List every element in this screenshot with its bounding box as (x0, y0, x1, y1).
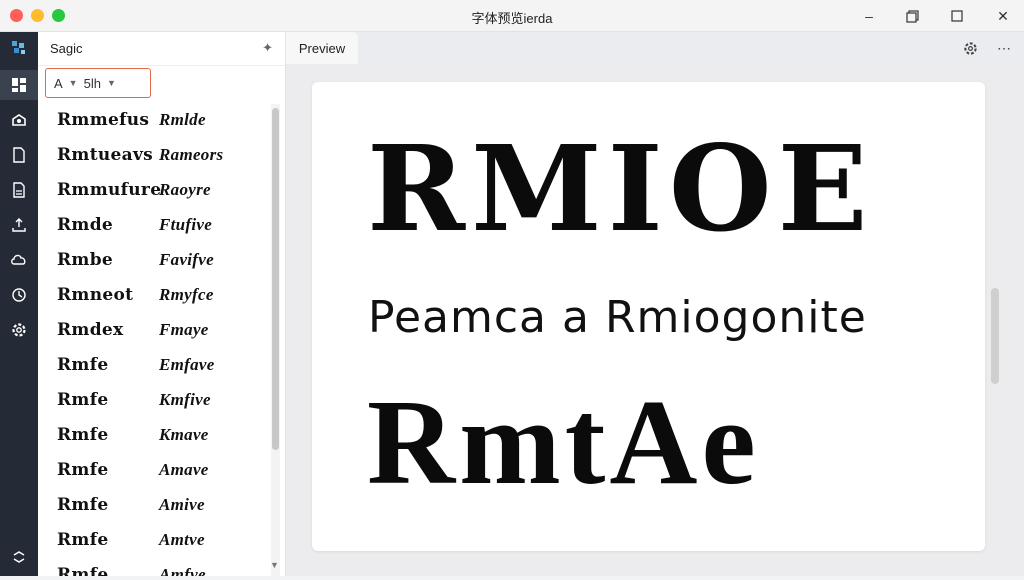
icon-rail (0, 32, 38, 576)
font-sample[interactable]: Rmfe (57, 565, 108, 576)
font-list-row[interactable]: Rmmefus Rmlde (38, 104, 274, 139)
font-sample[interactable]: Fmaye (159, 320, 209, 340)
scrollbar-thumb[interactable] (272, 108, 279, 450)
font-list-row[interactable]: Rmfe Emfave (38, 349, 274, 384)
font-sample[interactable]: Rmmefus (57, 110, 149, 130)
sync-icon[interactable] (0, 542, 38, 572)
font-list-row[interactable]: Rmfe Amfve (38, 559, 274, 576)
font-sample[interactable]: Raoyre (159, 180, 211, 200)
panel-title: Sagic (50, 41, 83, 56)
chevron-down-icon: ▼ (68, 78, 78, 88)
font-sample[interactable]: Rmfe (57, 390, 108, 410)
preview-area: RMIOE Peamca a Rmiogonite RmtAe (286, 64, 1024, 576)
font-sample[interactable]: Rmyfce (159, 285, 214, 305)
font-list-panel: Sagic ✦ A ▼ 5lh ▼ Rmmefus Rmlde Rmtueavs Ra… (38, 32, 286, 576)
preview-sample-line-1: RMIOE (367, 119, 874, 258)
font-sample[interactable]: Amfve (159, 565, 206, 576)
tab-preview[interactable]: Preview (286, 32, 358, 64)
more-options-icon[interactable]: ⋯ (993, 38, 1015, 58)
settings-icon[interactable] (0, 315, 38, 345)
scroll-down-icon[interactable]: ▼ (270, 560, 279, 570)
font-sample[interactable]: Amive (159, 495, 205, 515)
font-list-row[interactable]: Rmbe Favifve (38, 244, 274, 279)
file-icon[interactable] (0, 175, 38, 205)
font-list-row[interactable]: Rmmufure Raoyre (38, 174, 274, 209)
font-list-scrollbar[interactable] (271, 104, 280, 576)
font-filter-dropdown[interactable]: A ▼ 5lh ▼ (45, 68, 151, 98)
font-sample[interactable]: Rmlde (159, 110, 206, 130)
font-sample[interactable]: Rmneot (57, 285, 133, 305)
upload-icon[interactable] (0, 210, 38, 240)
panel-header: Sagic ✦ (38, 32, 285, 66)
font-sample[interactable]: Amtve (159, 530, 205, 550)
font-sample[interactable]: Rmmufure (57, 180, 161, 200)
font-list-row[interactable]: Rmfe Amtve (38, 524, 274, 559)
font-sample[interactable]: Rmtueavs (57, 145, 153, 165)
font-sample[interactable]: Rmbe (57, 250, 113, 270)
font-list-row[interactable]: Rmtueavs Rameors (38, 139, 274, 174)
gear-icon[interactable] (959, 38, 981, 58)
font-sample[interactable]: Rmfe (57, 460, 108, 480)
font-sample[interactable]: Rmde (57, 215, 113, 235)
filter-value: 5lh (83, 75, 101, 91)
font-sample[interactable]: Favifve (159, 250, 214, 270)
minimize-icon[interactable]: – (858, 6, 880, 26)
preview-scrollbar[interactable] (989, 180, 1001, 580)
font-list-row[interactable]: Rmdex Fmaye (38, 314, 274, 349)
pin-icon[interactable]: ✦ (262, 40, 273, 56)
font-list-row[interactable]: Rmde Ftufive (38, 209, 274, 244)
cloud-icon[interactable] (0, 245, 38, 275)
font-list-row[interactable]: Rmfe Kmave (38, 419, 274, 454)
preview-scrollbar-thumb[interactable] (991, 288, 999, 384)
font-sample[interactable]: Amave (159, 460, 209, 480)
font-list: Rmmefus Rmlde Rmtueavs Rameors Rmmufure Raoyr… (38, 104, 274, 576)
maximize-icon[interactable] (946, 6, 968, 26)
font-list-row[interactable]: Rmneot Rmyfce (38, 279, 274, 314)
filter-type-label: A (54, 75, 63, 91)
font-list-row[interactable]: Rmfe Amave (38, 454, 274, 489)
font-sample[interactable]: Rmfe (57, 355, 108, 375)
font-sample[interactable]: Rmfe (57, 495, 108, 515)
preview-canvas: RMIOE Peamca a Rmiogonite RmtAe (312, 82, 985, 551)
font-sample[interactable]: Ftufive (159, 215, 212, 235)
font-sample[interactable]: Rmfe (57, 530, 108, 550)
restore-icon[interactable] (901, 6, 923, 26)
font-sample[interactable]: Kmfive (159, 390, 211, 410)
preview-sample-line-3: RmtAe (367, 375, 760, 510)
history-icon[interactable] (0, 280, 38, 310)
font-sample[interactable]: Emfave (159, 355, 215, 375)
font-sample[interactable]: Kmave (159, 425, 209, 445)
preview-sample-line-2: Peamca a Rmiogonite (368, 292, 867, 343)
chevron-down-icon: ▼ (106, 78, 116, 88)
close-icon[interactable]: ✕ (992, 6, 1014, 26)
font-sample[interactable]: Rmdex (57, 320, 123, 340)
title-bar: 字体预览ierda – ✕ (0, 0, 1024, 32)
dashboard-icon[interactable] (0, 70, 38, 100)
document-icon[interactable] (0, 140, 38, 170)
fonts-icon[interactable] (0, 105, 38, 135)
font-sample[interactable]: Rameors (159, 145, 223, 165)
font-list-row[interactable]: Rmfe Kmfive (38, 384, 274, 419)
font-list-row[interactable]: Rmfe Amive (38, 489, 274, 524)
preview-tab-bar: Preview ⋯ (286, 32, 1024, 64)
font-sample[interactable]: Rmfe (57, 425, 108, 445)
app-logo-icon (0, 32, 38, 64)
